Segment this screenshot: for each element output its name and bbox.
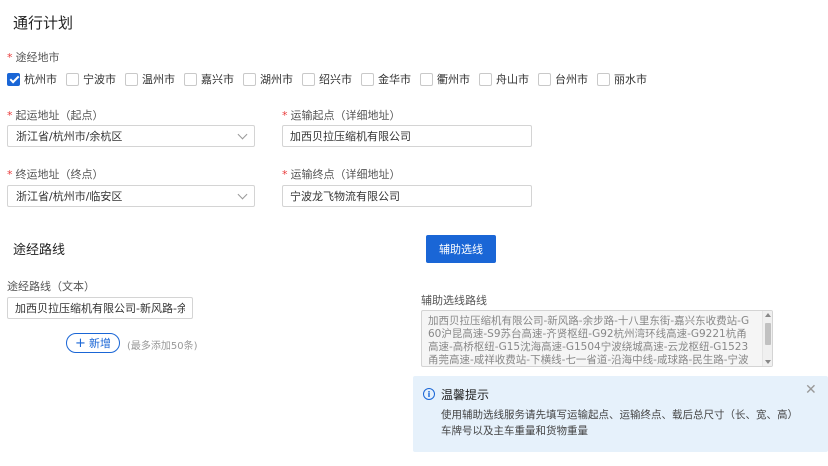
assist-route-scrollbar[interactable]: [762, 311, 772, 366]
scroll-thumb[interactable]: [765, 323, 771, 345]
city-checkbox-item[interactable]: 丽水市: [597, 71, 647, 87]
checkbox[interactable]: [7, 72, 20, 86]
route-cities-label: * 途经地市: [7, 49, 60, 65]
scroll-down-icon[interactable]: [765, 360, 771, 364]
assist-route-button[interactable]: 辅助选线: [426, 235, 496, 263]
origin-region-label-text: 起运地址（起点）: [15, 109, 104, 122]
city-checkbox-item[interactable]: 衢州市: [420, 71, 470, 87]
required-mark: *: [7, 168, 13, 181]
city-checkbox-label: 宁波市: [83, 73, 116, 86]
assist-route-field-label: 辅助选线路线: [421, 294, 487, 307]
city-checkbox-label: 舟山市: [496, 73, 529, 86]
info-icon: i: [423, 388, 435, 400]
city-checkbox-label: 湖州市: [260, 73, 293, 86]
city-checkbox-label: 丽水市: [614, 73, 647, 86]
destination-detail-label-text: 运输终点（详细地址）: [290, 168, 401, 181]
destination-region-select[interactable]: 浙江省/杭州市/临安区: [7, 185, 255, 207]
city-checkbox-item[interactable]: 湖州市: [243, 71, 293, 87]
route-cities-checkbox-group: 杭州市 宁波市 温州市 嘉兴市 湖州市 绍兴市 金华市 衢州市 舟山市 台州市 丽水市: [7, 71, 656, 87]
city-checkbox-label: 温州市: [142, 73, 175, 86]
notice-title: 温馨提示: [441, 388, 490, 402]
origin-detail-label-text: 运输起点（详细地址）: [290, 109, 401, 122]
chevron-down-icon: [237, 189, 248, 199]
required-mark: *: [7, 109, 13, 122]
checkbox[interactable]: [66, 72, 79, 86]
city-checkbox-label: 衢州市: [437, 73, 470, 86]
destination-region-label-text: 终运地址（终点）: [15, 168, 104, 181]
city-checkbox-item[interactable]: 宁波市: [66, 71, 116, 87]
required-mark: *: [282, 109, 288, 122]
checkbox[interactable]: [243, 72, 256, 86]
checkbox[interactable]: [479, 72, 492, 86]
city-checkbox-label: 嘉兴市: [201, 73, 234, 86]
city-checkbox-item[interactable]: 杭州市: [7, 71, 57, 87]
city-checkbox-item[interactable]: 舟山市: [479, 71, 529, 87]
origin-region-value: 浙江省/杭州市/余杭区: [16, 130, 123, 143]
checkbox[interactable]: [538, 72, 551, 86]
city-checkbox-label: 台州市: [555, 73, 588, 86]
add-route-button-label: 新增: [88, 337, 111, 350]
add-route-hint: (最多添加50条): [127, 341, 198, 352]
notice-body: 使用辅助选线服务请先填写运输起点、运输终点、载后总尺寸（长、宽、高）车牌号以及主…: [441, 409, 798, 437]
plus-icon: +: [75, 335, 86, 351]
city-checkbox-item[interactable]: 温州市: [125, 71, 175, 87]
origin-detail-label: * 运输起点（详细地址）: [282, 107, 401, 123]
checkbox[interactable]: [125, 72, 138, 86]
origin-detail-input[interactable]: [282, 125, 532, 147]
city-checkbox-item[interactable]: 绍兴市: [302, 71, 352, 87]
route-section-title: 途经路线: [13, 243, 66, 258]
city-checkbox-item[interactable]: 嘉兴市: [184, 71, 234, 87]
checkbox[interactable]: [361, 72, 374, 86]
city-checkbox-label: 绍兴市: [319, 73, 352, 86]
route-text-label: 途经路线（文本）: [7, 280, 95, 293]
checkbox[interactable]: [597, 72, 610, 86]
route-cities-label-text: 途经地市: [15, 51, 60, 64]
city-checkbox-label: 金华市: [378, 73, 411, 86]
add-route-button[interactable]: + 新增: [66, 333, 120, 353]
required-mark: *: [282, 168, 288, 181]
assist-route-textarea[interactable]: 加西贝拉压缩机有限公司-新风路-余步路-十八里东街-嘉兴东收费站-G60沪昆高速…: [421, 310, 773, 367]
destination-region-value: 浙江省/杭州市/临安区: [16, 190, 123, 203]
city-checkbox-item[interactable]: 台州市: [538, 71, 588, 87]
close-icon[interactable]: ✕: [805, 382, 817, 398]
assist-route-value: 加西贝拉压缩机有限公司-新风路-余步路-十八里东街-嘉兴东收费站-G60沪昆高速…: [428, 315, 750, 366]
city-checkbox-item[interactable]: 金华市: [361, 71, 411, 87]
destination-region-label: * 终运地址（终点）: [7, 166, 104, 182]
city-checkbox-label: 杭州市: [24, 73, 57, 86]
checkbox[interactable]: [420, 72, 433, 86]
required-mark: *: [7, 51, 13, 64]
checkbox[interactable]: [302, 72, 315, 86]
chevron-down-icon: [237, 129, 248, 139]
notice-panel: i 温馨提示 ✕ 使用辅助选线服务请先填写运输起点、运输终点、载后总尺寸（长、宽…: [413, 376, 828, 452]
destination-detail-input[interactable]: [282, 185, 532, 207]
page-title: 通行计划: [13, 14, 74, 32]
checkbox[interactable]: [184, 72, 197, 86]
scroll-up-icon[interactable]: [765, 313, 771, 317]
route-text-input[interactable]: [7, 297, 193, 319]
origin-region-label: * 起运地址（起点）: [7, 107, 104, 123]
origin-region-select[interactable]: 浙江省/杭州市/余杭区: [7, 125, 255, 147]
destination-detail-label: * 运输终点（详细地址）: [282, 166, 401, 182]
